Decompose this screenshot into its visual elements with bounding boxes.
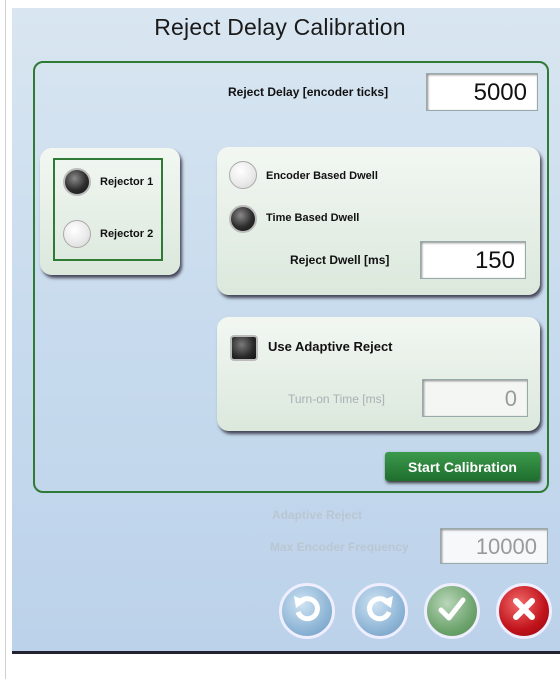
reject-dwell-label: Reject Dwell [ms] [290,253,390,267]
start-calibration-button[interactable]: Start Calibration [385,452,540,481]
rejector-2-label: Rejector 2 [100,228,154,240]
reject-delay-input[interactable]: 5000 [426,73,538,111]
redo-icon [363,592,397,631]
reject-delay-label: Reject Delay [encoder ticks] [228,85,389,99]
cancel-button[interactable] [496,583,552,639]
max-encoder-frequency-input[interactable]: 10000 [440,528,548,564]
close-icon [507,592,541,631]
adaptive-footer-heading: Adaptive Reject [272,508,363,522]
rejector-2-radio[interactable] [63,220,91,248]
turn-on-time-input[interactable]: 0 [422,379,528,417]
rejector-panel [40,148,180,275]
rejector-1-radio[interactable] [63,168,91,196]
encoder-dwell-radio[interactable] [229,161,257,189]
reject-dwell-input[interactable]: 150 [420,241,526,279]
undo-icon [290,592,324,631]
dialog-title: Reject Delay Calibration [154,14,406,40]
rejector-1-label: Rejector 1 [100,176,154,188]
redo-button[interactable] [352,583,408,639]
adaptive-reject-checkbox[interactable] [230,335,258,361]
adaptive-reject-label: Use Adaptive Reject [268,339,393,354]
max-encoder-frequency-label: Max Encoder Frequency [270,540,409,554]
window-edge [5,0,6,679]
confirm-button[interactable] [424,583,480,639]
time-dwell-radio[interactable] [229,205,257,233]
turn-on-time-label: Turn-on Time [ms] [288,392,385,406]
undo-button[interactable] [279,583,335,639]
encoder-dwell-label: Encoder Based Dwell [266,170,378,182]
time-dwell-label: Time Based Dwell [266,212,360,224]
checkmark-icon [435,592,469,631]
